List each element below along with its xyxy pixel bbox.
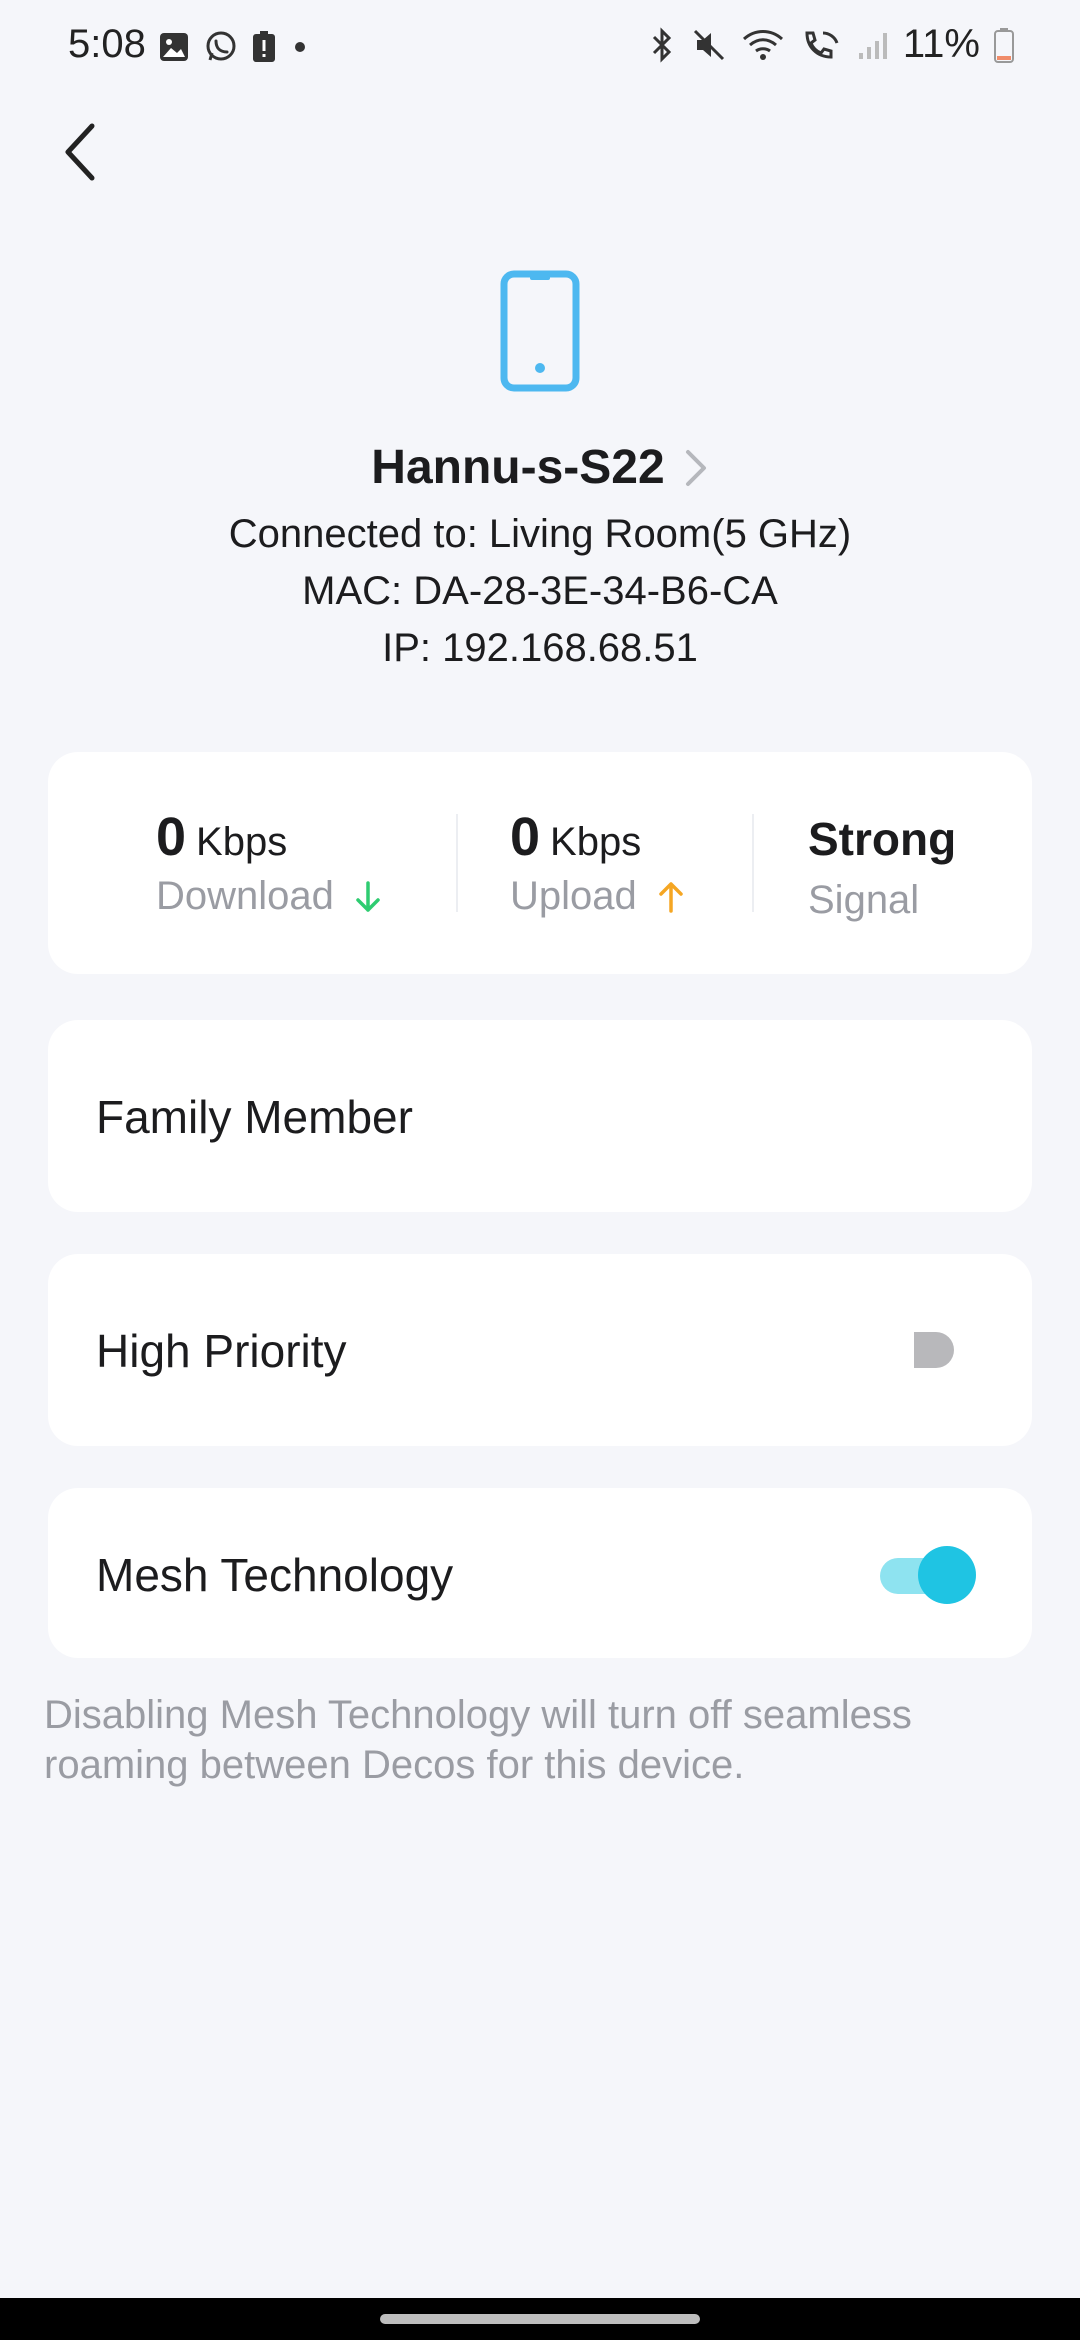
- notification-icons: [158, 30, 310, 64]
- connected-to-text: Connected to: Living Room(5 GHz): [228, 512, 852, 556]
- back-button[interactable]: [44, 112, 116, 192]
- status-time: 5:08: [68, 22, 146, 66]
- toggle-knob: [918, 1546, 976, 1604]
- download-unit: Kbps: [196, 820, 288, 864]
- arrow-down-icon: [356, 880, 380, 912]
- battery-icon: [994, 27, 1014, 63]
- signal-icon: [858, 32, 887, 59]
- stat-divider: [456, 814, 458, 912]
- navigation-bar: [0, 2298, 1080, 2340]
- gallery-icon: [160, 33, 188, 61]
- mesh-help-text: Disabling Mesh Technology will turn off …: [44, 1693, 912, 1787]
- upload-unit: Kbps: [550, 820, 642, 864]
- status-bar: 5:08 11%: [0, 0, 1080, 96]
- phone-icon: [500, 270, 580, 392]
- signal-label: Signal: [808, 878, 920, 922]
- signal-value: Strong: [808, 813, 957, 865]
- mesh-technology-row: Mesh Technology: [48, 1488, 1032, 1658]
- dot-icon: [295, 42, 305, 52]
- ip-address-text: IP: 192.168.68.51: [382, 626, 698, 670]
- alert-icon: [253, 31, 275, 62]
- device-name: Hannu-s-S22: [371, 441, 665, 494]
- mesh-technology-toggle[interactable]: [880, 1542, 976, 1606]
- wifi-call-icon: [805, 31, 839, 59]
- download-label: Download: [156, 874, 334, 918]
- upload-label: Upload: [510, 874, 637, 918]
- wifi-icon: [742, 29, 783, 60]
- family-member-label: Family Member: [96, 1091, 413, 1143]
- device-name-link[interactable]: Hannu-s-S22: [0, 440, 1080, 495]
- upload-value: 0: [510, 807, 541, 867]
- home-handle[interactable]: [380, 2314, 700, 2324]
- bluetooth-icon: [652, 26, 672, 63]
- signal-stat: Strong Signal: [808, 806, 956, 923]
- mesh-technology-label: Mesh Technology: [96, 1549, 454, 1601]
- high-priority-toggle[interactable]: [912, 1330, 956, 1370]
- system-icons: 11%: [647, 22, 1014, 67]
- family-member-row[interactable]: Family Member: [48, 1020, 1032, 1212]
- stats-card: 0 Kbps Download 0 Kbps Upload Strong Sig…: [48, 752, 1032, 974]
- stat-divider: [752, 814, 754, 912]
- high-priority-row: High Priority: [48, 1254, 1032, 1446]
- chevron-left-icon: [65, 123, 95, 181]
- download-value: 0: [156, 807, 187, 867]
- battery-percentage: 11%: [902, 22, 980, 66]
- high-priority-label: High Priority: [96, 1325, 347, 1377]
- chevron-right-icon: [685, 449, 706, 486]
- download-stat: 0 Kbps Download: [156, 806, 382, 919]
- arrow-up-icon: [659, 881, 683, 913]
- mac-address-text: MAC: DA-28-3E-34-B6-CA: [302, 569, 778, 613]
- mute-icon: [693, 29, 724, 60]
- whatsapp-icon: [206, 31, 236, 61]
- upload-stat: 0 Kbps Upload: [510, 806, 685, 919]
